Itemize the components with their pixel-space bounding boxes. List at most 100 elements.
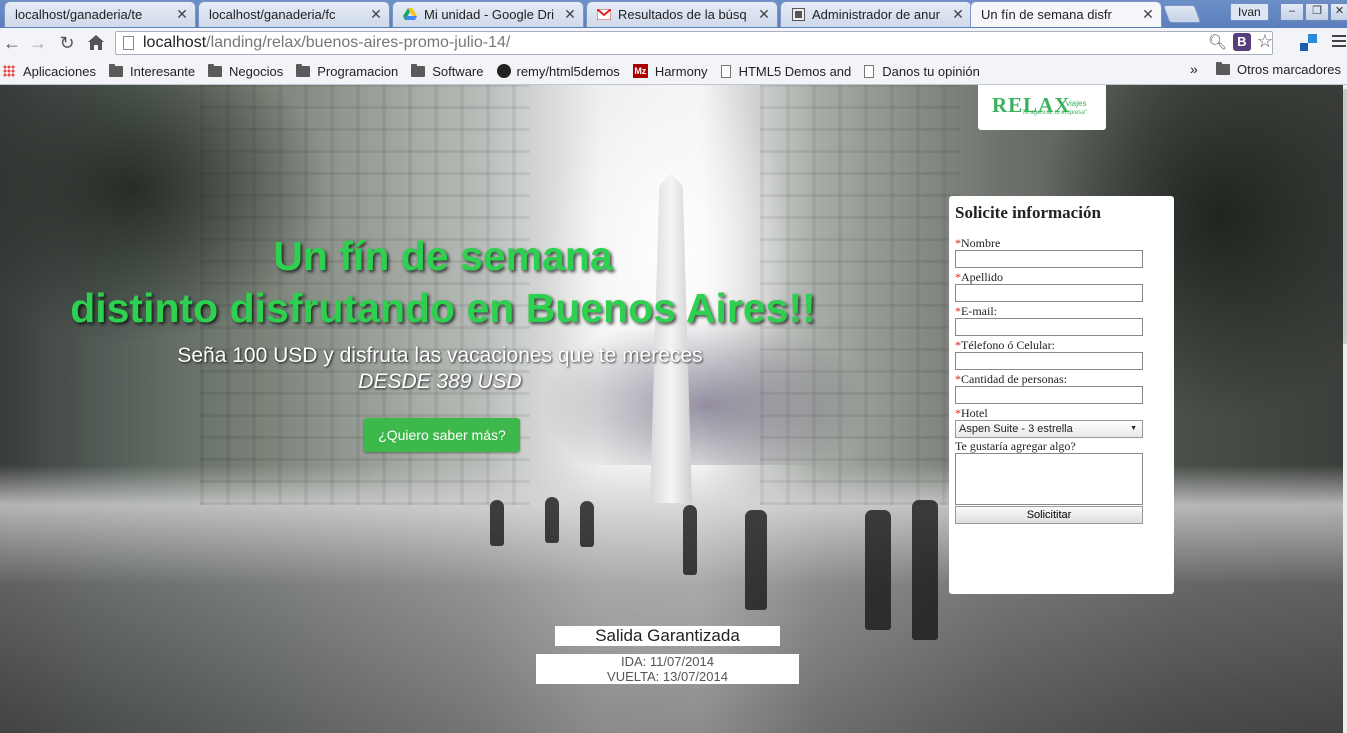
home-button[interactable] (84, 30, 108, 56)
folder-icon (109, 63, 123, 77)
close-icon[interactable]: ✕ (563, 6, 577, 23)
submit-button[interactable]: Solicititar (955, 506, 1143, 524)
tab-label: Mi unidad - Google Dri (424, 7, 555, 22)
bookmark-software[interactable]: Software (411, 63, 484, 79)
bookmark-label: Programacion (317, 63, 399, 79)
bookmark-label: Danos tu opinión (882, 63, 980, 79)
hero-title-line-1: Un fín de semana (273, 233, 613, 279)
tab-label: localhost/ganaderia/fc (209, 7, 336, 22)
maximize-button[interactable]: ❐ (1305, 3, 1329, 21)
github-icon (496, 64, 511, 78)
apellido-label: *Apellido (955, 271, 1168, 283)
email-label: *E-mail: (955, 305, 1168, 317)
admin-icon (791, 8, 805, 22)
outbound-date: IDA: 11/07/2014 (621, 654, 714, 669)
bookmark-html5demos[interactable]: remy/html5demos (496, 63, 620, 79)
tab-label: Administrador de anur (812, 7, 940, 22)
tab-strip: localhost/ganaderia/te ✕ localhost/ganad… (0, 0, 1347, 28)
bookmark-label: remy/html5demos (516, 63, 620, 79)
bookmark-harmony[interactable]: Mz Harmony (632, 63, 708, 79)
forward-button[interactable]: → (26, 30, 50, 56)
relax-logo[interactable]: RELAX viajes "Tu agencia, tu empresa" (978, 85, 1106, 130)
menu-icon[interactable] (1332, 35, 1346, 50)
label-text: Télefono ó Celular: (961, 338, 1055, 352)
minimize-button[interactable]: – (1280, 3, 1304, 21)
close-icon[interactable]: ✕ (757, 6, 771, 23)
page-icon (864, 64, 875, 78)
browser-tab-3[interactable]: Mi unidad - Google Dri ✕ (392, 1, 584, 27)
apellido-input[interactable] (955, 284, 1143, 302)
comments-label: Te gustaría agregar algo? (955, 439, 1076, 453)
personas-label: *Cantidad de personas: (955, 373, 1168, 385)
url-host: localhost (143, 34, 207, 51)
logo-sub: viajes (1066, 99, 1087, 108)
folder-icon (411, 63, 426, 77)
star-icon[interactable]: ☆ (1257, 31, 1273, 52)
return-date: VUELTA: 13/07/2014 (607, 669, 728, 684)
background-person (745, 510, 767, 610)
bookmarks-overflow-button[interactable]: » (1190, 61, 1198, 77)
nombre-input[interactable] (955, 250, 1143, 268)
hotel-selected-value: Aspen Suite - 3 estrella (959, 423, 1073, 435)
dropdown-arrow-icon: ▼ (1130, 425, 1137, 432)
apps-icon (3, 65, 15, 77)
browser-tab-5[interactable]: Administrador de anur ✕ (780, 1, 972, 27)
close-icon[interactable]: ✕ (951, 6, 965, 23)
label-text: Cantidad de personas: (961, 372, 1067, 386)
bookmark-danos-opinion[interactable]: Danos tu opinión (864, 64, 980, 79)
profile-button[interactable]: Ivan (1230, 3, 1269, 21)
page-icon (720, 64, 731, 78)
email-input[interactable] (955, 318, 1143, 336)
guaranteed-departure-title: Salida Garantizada (555, 626, 780, 646)
bookmark-label: Negocios (229, 63, 284, 79)
background-person (580, 501, 594, 547)
background-obelisk (650, 173, 692, 503)
form-title: Solicite información (955, 203, 1101, 222)
folder-icon (1216, 62, 1230, 75)
bookmark-apps[interactable]: Aplicaciones (0, 64, 96, 79)
back-button[interactable]: ← (0, 30, 24, 56)
nombre-label: *Nombre (955, 237, 1168, 249)
personas-input[interactable] (955, 386, 1143, 404)
new-tab-button[interactable] (1162, 5, 1202, 23)
bookmark-html5-demos[interactable]: HTML5 Demos and (720, 64, 851, 79)
bootstrap-extension-icon[interactable]: B (1232, 32, 1251, 51)
browser-tab-active[interactable]: Un fín de semana disfr ✕ (970, 1, 1162, 27)
browser-tab-2[interactable]: localhost/ganaderia/fc ✕ (198, 1, 390, 27)
back-arrow-icon: ← (3, 33, 21, 53)
telefono-input[interactable] (955, 352, 1143, 370)
browser-toolbar: ← → ↻ localhost/landing/relax/buenos-air… (0, 28, 1347, 58)
bookmark-negocios[interactable]: Negocios (208, 63, 284, 79)
hotel-select[interactable]: Aspen Suite - 3 estrella ▼ (955, 420, 1143, 438)
telefono-label: *Télefono ó Celular: (955, 339, 1168, 351)
comments-textarea[interactable] (955, 453, 1143, 505)
tab-label: localhost/ganaderia/te (15, 7, 143, 22)
browser-tab-4[interactable]: Resultados de la búsq ✕ (586, 1, 778, 27)
hero-subtitle: Seña 100 USD y disfruta las vacaciones q… (150, 343, 730, 395)
tab-label: Un fín de semana disfr (981, 7, 1112, 22)
label-text: E-mail: (961, 304, 997, 318)
page-scrollbar[interactable] (1343, 85, 1347, 733)
bookmark-label: Harmony (654, 63, 708, 79)
hotel-label: *Hotel (955, 407, 1168, 419)
bookmark-programacion[interactable]: Programacion (296, 63, 399, 79)
departure-dates: IDA: 11/07/2014 VUELTA: 13/07/2014 (536, 654, 799, 684)
label-text: Nombre (961, 236, 1001, 250)
bookmark-interesante[interactable]: Interesante (109, 63, 195, 79)
bookmark-other[interactable]: Otros marcadores (1216, 62, 1341, 77)
browser-tab-1[interactable]: localhost/ganaderia/te ✕ (4, 1, 196, 27)
close-icon[interactable]: ✕ (369, 6, 383, 23)
background-person (912, 500, 938, 640)
learn-more-button[interactable]: ¿Quiero saber más? (364, 418, 520, 452)
close-icon[interactable]: ✕ (175, 6, 189, 23)
close-icon[interactable]: ✕ (1141, 6, 1155, 23)
zoom-icon[interactable]: 🔍︎ (1208, 33, 1227, 51)
extension-icon[interactable] (1300, 34, 1318, 52)
bookmark-label: Otros marcadores (1237, 62, 1342, 77)
address-bar[interactable]: localhost/landing/relax/buenos-aires-pro… (115, 31, 1273, 55)
close-window-button[interactable]: ✕ (1330, 3, 1347, 21)
reload-button[interactable]: ↻ (55, 30, 79, 56)
tab-label: Resultados de la búsq (618, 7, 747, 22)
scrollbar-thumb[interactable] (1343, 89, 1347, 344)
info-request-form: Solicite información *Nombre *Apellido *… (949, 196, 1174, 594)
